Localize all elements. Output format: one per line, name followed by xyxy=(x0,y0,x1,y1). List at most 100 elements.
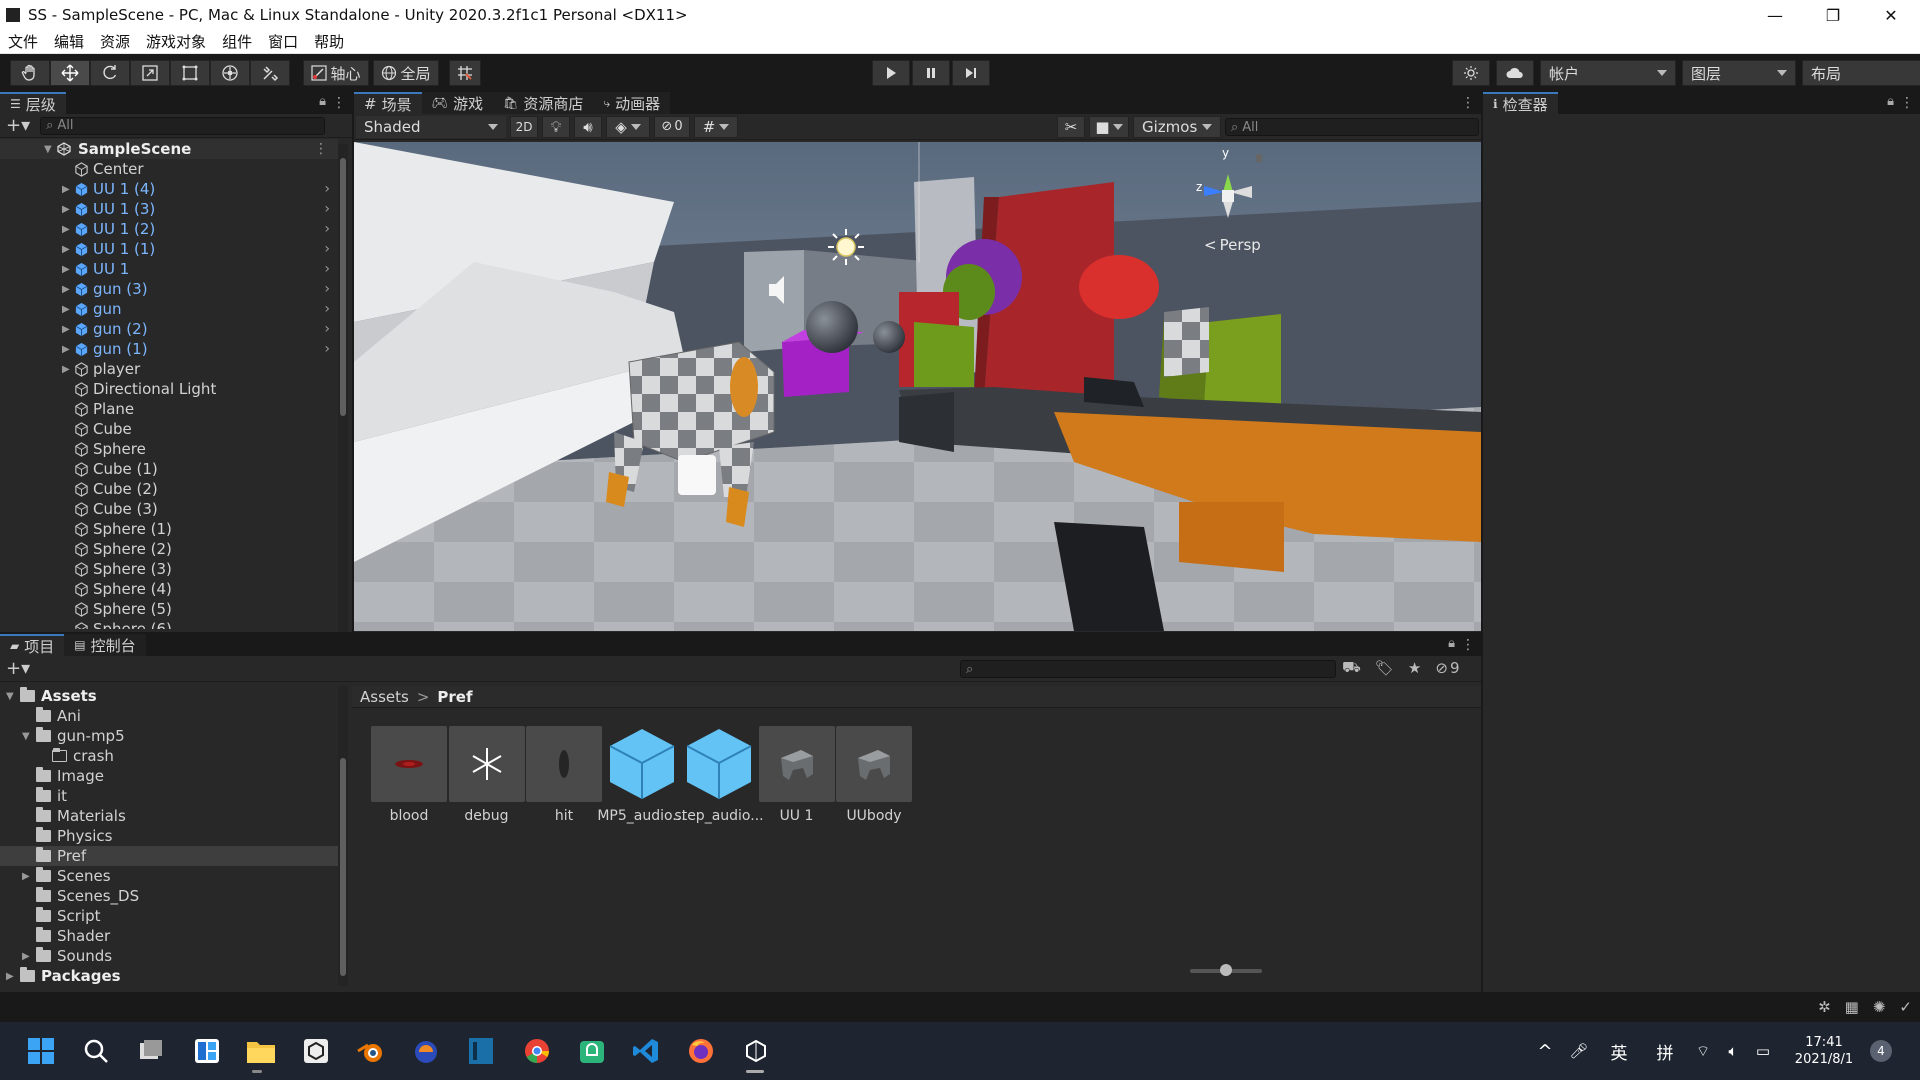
hierarchy-row[interactable]: ▶ player xyxy=(0,359,338,379)
lock-icon[interactable]: 🔒︎ xyxy=(1887,94,1894,109)
file-explorer-icon[interactable] xyxy=(246,1036,276,1066)
scroll-thumb[interactable] xyxy=(340,158,346,416)
volume-icon[interactable]: 🔈︎ xyxy=(1718,1042,1748,1060)
tab-game[interactable]: 🎮︎ 游戏 xyxy=(421,92,494,114)
expand-arrow-icon[interactable]: ▶ xyxy=(62,364,74,375)
project-folder-row[interactable]: Physics xyxy=(0,826,338,846)
hierarchy-row[interactable]: Directional Light xyxy=(0,379,338,399)
prefab-open-chevron-icon[interactable]: › xyxy=(324,221,330,237)
camera-dropdown[interactable]: ■ xyxy=(1089,116,1129,138)
hierarchy-row[interactable]: Sphere (2) xyxy=(0,539,338,559)
create-asset-button[interactable]: +▾ xyxy=(6,658,30,679)
tab-scene[interactable]: # 场景 xyxy=(354,92,422,114)
tab-asset-store[interactable]: 🛍︎ 资源商店 xyxy=(493,92,594,114)
pivot-button[interactable]: 轴心 xyxy=(303,60,369,86)
toggle-2d-button[interactable]: 2D xyxy=(510,115,538,138)
hand-tool-button[interactable] xyxy=(10,60,50,86)
expand-arrow-icon[interactable]: ▶ xyxy=(62,244,74,255)
expand-arrow-icon[interactable]: ▶ xyxy=(62,184,74,195)
hierarchy-row[interactable]: Sphere xyxy=(0,439,338,459)
tools-toggle-button[interactable]: ✂ xyxy=(1057,116,1085,138)
windows-start-icon[interactable] xyxy=(26,1036,56,1066)
asset-tile[interactable]: step_audio... xyxy=(674,726,764,824)
menu-window[interactable]: 窗口 xyxy=(260,31,306,52)
expand-arrow-icon[interactable]: ▶ xyxy=(62,284,74,295)
more-options-icon[interactable]: ⋮ xyxy=(1900,95,1914,111)
lock-icon[interactable]: 🔒︎ xyxy=(1448,636,1455,651)
scale-tool-button[interactable] xyxy=(130,60,170,86)
menu-file[interactable]: 文件 xyxy=(0,31,46,52)
project-folder-row[interactable]: Ani xyxy=(0,706,338,726)
hierarchy-row[interactable]: Plane xyxy=(0,399,338,419)
more-options-icon[interactable]: ⋮ xyxy=(314,141,328,157)
blender-icon[interactable] xyxy=(356,1036,386,1066)
more-options-icon[interactable]: ⋮ xyxy=(332,95,346,111)
hierarchy-row[interactable]: ▶ UU 1 (1) › xyxy=(0,239,338,259)
hierarchy-row[interactable]: Sphere (1) xyxy=(0,519,338,539)
hierarchy-row[interactable]: Sphere (4) xyxy=(0,579,338,599)
close-button[interactable]: ✕ xyxy=(1862,0,1920,30)
breadcrumb-pref[interactable]: Pref xyxy=(437,688,472,706)
layout-dropdown[interactable]: 布局 xyxy=(1802,60,1920,86)
project-folder-row[interactable]: ▶ Sounds xyxy=(0,946,338,966)
auto-generate-icon[interactable]: ✺ xyxy=(1873,998,1886,1016)
scroll-thumb[interactable] xyxy=(340,758,346,976)
prefab-open-chevron-icon[interactable]: › xyxy=(324,321,330,337)
hierarchy-row[interactable]: ▶ UU 1 (3) › xyxy=(0,199,338,219)
prefab-open-chevron-icon[interactable]: › xyxy=(324,301,330,317)
perspective-label[interactable]: < Persp xyxy=(1204,236,1261,254)
hierarchy-row[interactable]: Sphere (5) xyxy=(0,599,338,619)
orientation-gizmo[interactable]: y z < Persp xyxy=(1174,146,1284,266)
tab-project[interactable]: ▰ 项目 xyxy=(0,634,65,656)
expand-arrow-icon[interactable]: ▼ xyxy=(44,144,56,155)
expand-arrow-icon[interactable]: ▶ xyxy=(62,224,74,235)
menu-edit[interactable]: 编辑 xyxy=(46,31,92,52)
prefab-open-chevron-icon[interactable]: › xyxy=(324,281,330,297)
expand-arrow-icon[interactable]: ▼ xyxy=(6,691,20,702)
step-button[interactable] xyxy=(952,60,990,86)
tab-hierarchy[interactable]: ☰ 层级 xyxy=(0,92,66,114)
hierarchy-row[interactable]: ▶ gun (3) › xyxy=(0,279,338,299)
expand-arrow-icon[interactable]: ▶ xyxy=(62,324,74,335)
prefab-open-chevron-icon[interactable]: › xyxy=(324,341,330,357)
transform-tool-button[interactable] xyxy=(210,60,250,86)
project-folder-row[interactable]: ▼ gun-mp5 xyxy=(0,726,338,746)
wifi-icon[interactable]: ⌔ xyxy=(1688,1042,1718,1061)
lighting-progress-icon[interactable]: ▦ xyxy=(1845,998,1859,1016)
grid-snap-button[interactable] xyxy=(449,60,481,86)
favorite-star-icon[interactable]: ★ xyxy=(1408,659,1421,677)
project-search-input[interactable]: ⌕ xyxy=(960,660,1336,678)
tab-animator[interactable]: ⤷ 动画器 xyxy=(593,92,671,114)
scene-root-row[interactable]: ▼ SampleScene ⋮ xyxy=(0,139,338,159)
expand-arrow-icon[interactable]: ▶ xyxy=(22,951,36,962)
hierarchy-row[interactable]: Cube (3) xyxy=(0,499,338,519)
grid-toggle-dropdown[interactable]: # xyxy=(694,115,738,138)
scene-viewport[interactable]: y z < Persp xyxy=(354,142,1481,631)
hierarchy-row[interactable]: ▶ gun (2) › xyxy=(0,319,338,339)
hierarchy-row[interactable]: Sphere (6) xyxy=(0,619,338,629)
restore-button[interactable]: ❐ xyxy=(1804,0,1862,30)
asset-tile[interactable]: UUbody xyxy=(829,726,919,824)
menu-help[interactable]: 帮助 xyxy=(306,31,352,52)
expand-arrow-icon[interactable]: ▶ xyxy=(22,871,36,882)
project-folder-row[interactable]: Image xyxy=(0,766,338,786)
project-folder-row[interactable]: it xyxy=(0,786,338,806)
thumbnail-size-slider[interactable] xyxy=(1190,964,1262,976)
firefox-icon[interactable] xyxy=(686,1036,716,1066)
clock[interactable]: 17:41 2021/8/1 xyxy=(1778,1034,1870,1068)
project-folder-row[interactable]: Scenes_DS xyxy=(0,886,338,906)
asset-tile[interactable]: blood xyxy=(364,726,454,824)
prefab-open-chevron-icon[interactable]: › xyxy=(324,201,330,217)
custom-tool-button[interactable] xyxy=(250,60,290,86)
move-tool-button[interactable] xyxy=(50,60,90,86)
shading-mode-dropdown[interactable]: Shaded xyxy=(356,115,506,138)
lock-icon[interactable]: 🔒︎ xyxy=(319,94,326,109)
rect-tool-button[interactable] xyxy=(170,60,210,86)
cloud-button[interactable] xyxy=(1496,60,1534,86)
project-folder-row[interactable]: Pref xyxy=(0,846,338,866)
filter-by-type-icon[interactable]: ⛟ xyxy=(1342,658,1361,678)
rotate-tool-button[interactable] xyxy=(90,60,130,86)
ime-mode[interactable]: 拼 xyxy=(1642,1039,1688,1064)
play-button[interactable] xyxy=(872,60,910,86)
menu-component[interactable]: 组件 xyxy=(214,31,260,52)
